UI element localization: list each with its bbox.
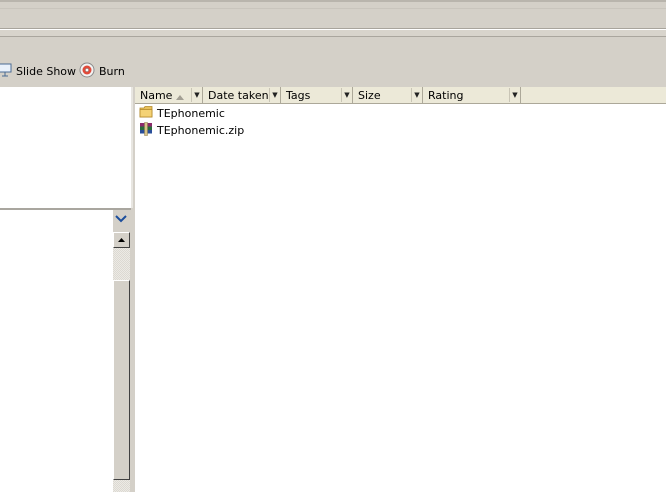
column-rating[interactable]: Rating ▼	[423, 87, 521, 103]
folder-icon	[139, 105, 153, 121]
burn-disc-icon	[79, 62, 95, 81]
address-bar-edge	[0, 8, 666, 9]
file-name: TEphonemic.zip	[157, 123, 245, 137]
favorite-links-pane	[0, 87, 131, 208]
slide-show-label: Slide Show	[16, 64, 77, 78]
folders-tree-pane	[0, 210, 113, 492]
file-list[interactable]	[135, 104, 666, 492]
top-edge	[0, 0, 666, 2]
title-area	[0, 0, 666, 30]
sort-ascending-icon	[176, 91, 184, 104]
column-size-label: Size	[358, 88, 381, 102]
column-dropdown-icon[interactable]: ▼	[191, 88, 202, 102]
file-name: TEphonemic	[157, 106, 225, 120]
column-dropdown-icon[interactable]: ▼	[509, 88, 520, 102]
column-tags-label: Tags	[286, 88, 311, 102]
burn-label: Burn	[99, 64, 125, 78]
chevron-down-icon[interactable]	[114, 212, 128, 226]
column-tags[interactable]: Tags ▼	[281, 87, 353, 103]
list-item[interactable]: TEphonemic.zip	[139, 121, 245, 139]
list-item[interactable]: TEphonemic	[139, 105, 225, 121]
slide-show-icon	[0, 63, 12, 80]
burn-button[interactable]: Burn	[79, 62, 125, 80]
column-rating-label: Rating	[428, 88, 464, 102]
scrollbar-thumb[interactable]	[113, 280, 130, 480]
column-dropdown-icon[interactable]: ▼	[341, 88, 352, 102]
column-dropdown-icon[interactable]: ▼	[269, 88, 280, 102]
column-date-taken[interactable]: Date taken ▼	[203, 87, 281, 103]
column-dropdown-icon[interactable]: ▼	[411, 88, 422, 102]
winrar-archive-icon	[139, 121, 153, 139]
scroll-up-button[interactable]	[113, 232, 130, 248]
pane-border	[131, 87, 133, 208]
column-size[interactable]: Size ▼	[353, 87, 423, 103]
slide-show-button[interactable]: Slide Show	[0, 62, 76, 80]
column-name-label: Name	[140, 88, 173, 102]
column-date-taken-label: Date taken	[208, 88, 269, 102]
column-name[interactable]: Name ▼	[135, 87, 203, 103]
column-header: Name ▼ Date taken ▼ Tags ▼ Size ▼ Rating…	[135, 87, 666, 104]
